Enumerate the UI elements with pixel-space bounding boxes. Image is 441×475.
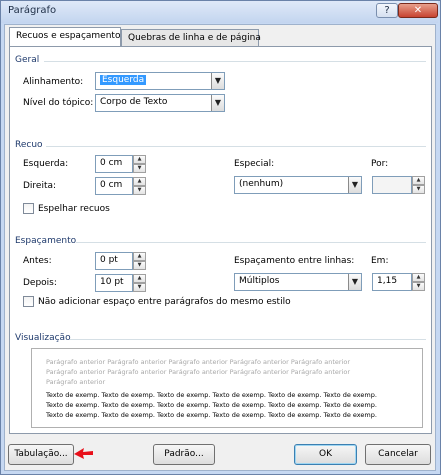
chevron-down-icon[interactable]: ▼ [348, 177, 361, 193]
preview-box: Parágrafo anterior Parágrafo anterior Pa… [31, 348, 423, 428]
nivel-topico-value: Corpo de Texto [100, 97, 168, 107]
por-label: Por: [371, 159, 389, 169]
padrao-button[interactable]: Padrão... [153, 444, 215, 465]
direita-label: Direita: [23, 181, 57, 191]
chevron-down-icon[interactable]: ▼ [348, 274, 361, 290]
nao-adicionar-checkbox[interactable] [23, 296, 34, 307]
depois-label: Depois: [23, 278, 57, 288]
spin-up-icon[interactable]: ▲ [133, 252, 146, 261]
chevron-down-icon[interactable]: ▼ [211, 73, 224, 89]
help-button[interactable]: ? [376, 3, 398, 18]
em-input[interactable]: 1,15 [372, 273, 412, 291]
antes-spinner[interactable]: ▲ ▼ [133, 252, 146, 270]
spin-down-icon[interactable]: ▼ [412, 282, 425, 291]
section-divider [46, 146, 426, 147]
nao-adicionar-label: Não adicionar espaço entre parágrafos do… [38, 297, 291, 307]
entre-linhas-label: Espaçamento entre linhas: [234, 256, 355, 266]
section-divider [44, 61, 426, 62]
nivel-topico-label: Nível do tópico: [23, 98, 94, 108]
nivel-topico-dropdown[interactable]: Corpo de Texto ▼ [95, 94, 225, 112]
dialog-title: Parágrafo [8, 5, 57, 16]
spin-down-icon[interactable]: ▼ [133, 283, 146, 292]
depois-input[interactable]: 10 pt [95, 274, 133, 292]
red-arrow-icon [74, 448, 93, 459]
section-espacamento-heading: Espaçamento [15, 236, 77, 246]
depois-spinner[interactable]: ▲ ▼ [133, 274, 146, 292]
alinhamento-label: Alinhamento: [23, 77, 84, 87]
especial-label: Especial: [234, 159, 275, 169]
por-spinner[interactable]: ▲ ▼ [412, 176, 425, 194]
antes-label: Antes: [23, 256, 52, 266]
section-divider [70, 339, 426, 340]
espelhar-recuos-checkbox[interactable] [23, 203, 34, 214]
tab-label: Recuos e espaçamento [16, 31, 121, 41]
title-bar [1, 1, 438, 23]
por-input[interactable] [372, 176, 412, 194]
tab-quebras[interactable]: Quebras de linha e de página [121, 29, 261, 47]
preview-previous-paragraph: Parágrafo anterior Parágrafo anterior Pa… [46, 358, 351, 386]
alinhamento-value: Esquerda [100, 75, 147, 85]
spin-up-icon[interactable]: ▲ [133, 177, 146, 186]
esquerda-spinner[interactable]: ▲ ▼ [133, 155, 146, 173]
entre-linhas-value: Múltiplos [239, 276, 280, 286]
tab-recuos-espacamento[interactable]: Recuos e espaçamento [9, 27, 121, 47]
ok-button[interactable]: OK [294, 444, 357, 465]
spin-up-icon[interactable]: ▲ [133, 155, 146, 164]
cancelar-button[interactable]: Cancelar [365, 444, 431, 465]
especial-value: (nenhum) [239, 179, 284, 189]
especial-dropdown[interactable]: (nenhum) ▼ [234, 176, 362, 194]
section-visualizacao-heading: Visualização [15, 333, 71, 343]
close-button[interactable]: ✕ [398, 3, 438, 18]
spin-down-icon[interactable]: ▼ [133, 186, 146, 195]
em-label: Em: [371, 256, 389, 266]
spin-up-icon[interactable]: ▲ [133, 274, 146, 283]
tab-label: Quebras de linha e de página [128, 33, 261, 43]
entre-linhas-dropdown[interactable]: Múltiplos ▼ [234, 273, 362, 291]
espelhar-recuos-label: Espelhar recuos [38, 204, 110, 214]
section-recuo-heading: Recuo [15, 140, 43, 150]
tabulacao-button[interactable]: Tabulação... [8, 444, 74, 465]
direita-spinner[interactable]: ▲ ▼ [133, 177, 146, 195]
spin-up-icon[interactable]: ▲ [412, 273, 425, 282]
spin-down-icon[interactable]: ▼ [133, 164, 146, 173]
section-divider [76, 242, 426, 243]
spin-down-icon[interactable]: ▼ [412, 185, 425, 194]
esquerda-label: Esquerda: [23, 159, 69, 169]
spin-up-icon[interactable]: ▲ [412, 176, 425, 185]
preview-sample-text: Texto de exemp. Texto de exemp. Texto de… [46, 391, 377, 419]
alinhamento-dropdown[interactable]: Esquerda ▼ [95, 72, 225, 90]
section-geral-heading: Geral [15, 55, 40, 65]
antes-input[interactable]: 0 pt [95, 252, 133, 270]
direita-input[interactable]: 0 cm [95, 177, 133, 195]
spin-down-icon[interactable]: ▼ [133, 261, 146, 270]
chevron-down-icon[interactable]: ▼ [211, 95, 224, 111]
em-spinner[interactable]: ▲ ▼ [412, 273, 425, 291]
esquerda-input[interactable]: 0 cm [95, 155, 133, 173]
